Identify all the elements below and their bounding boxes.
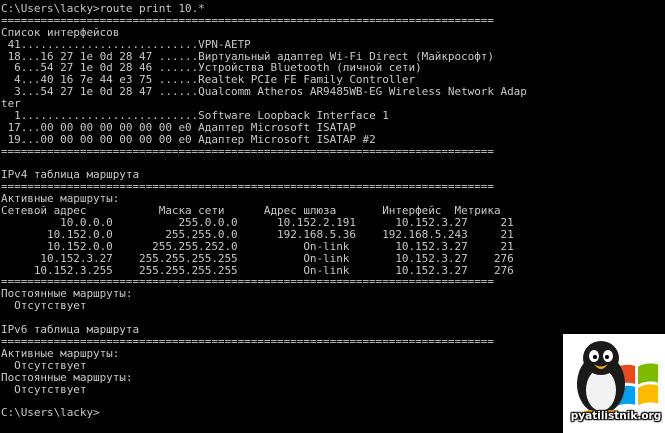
console-line: 10.152.0.0 255.255.252.0 On-link 10.152.… — [1, 239, 514, 253]
console-line: Список интерфейсов — [1, 25, 120, 39]
console-line: 3...54 27 1e 0d 28 47 ......Qualcomm Ath… — [1, 85, 527, 99]
console-line: 17...00 00 00 00 00 00 00 e0 Адаптер Mic… — [1, 120, 356, 134]
console-line: Постоянные маршруты: — [1, 287, 133, 301]
console-line: 10.152.3.27 255.255.255.255 On-link 10.1… — [1, 251, 514, 265]
console-line: ========================================… — [1, 144, 494, 158]
logo-text: pyatilistnik.org — [570, 410, 662, 422]
site-watermark-logo: pyatilistnik.org — [563, 334, 665, 433]
console-line: 19...00 00 00 00 00 00 00 e0 Адаптер Mic… — [1, 132, 376, 146]
console-line: Отсутствует — [1, 299, 87, 313]
console-line: ========================================… — [1, 13, 494, 27]
console-line: 41...........................VPN-AETP — [1, 37, 251, 51]
